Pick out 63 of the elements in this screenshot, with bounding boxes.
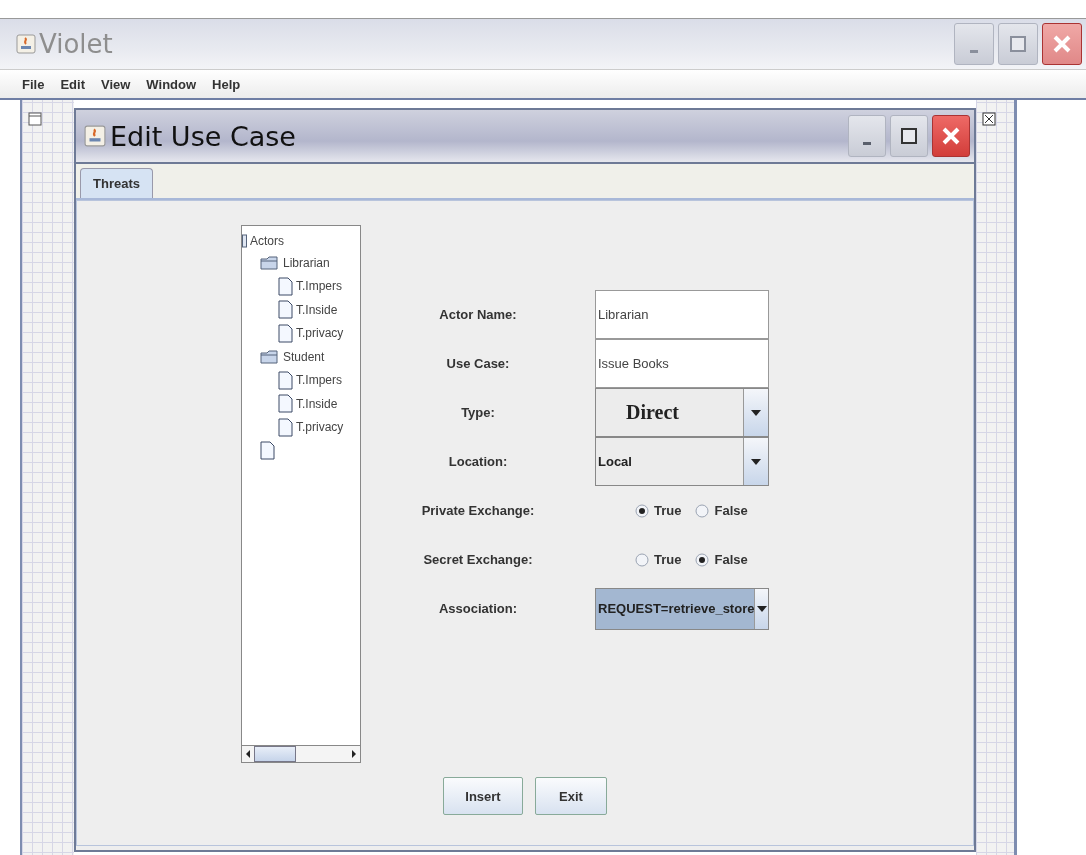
field-label: Use Case: (445, 356, 511, 371)
menu-item[interactable]: Edit (60, 76, 85, 92)
close-icon (1052, 34, 1072, 54)
maximize-icon (1009, 35, 1027, 53)
document-icon (278, 394, 293, 414)
maximize-icon (900, 127, 918, 145)
document-icon (278, 300, 293, 320)
radio-button[interactable] (695, 552, 710, 567)
radio-option[interactable]: True (635, 552, 682, 567)
dropdown[interactable]: Direct (595, 388, 769, 437)
app-icon (84, 125, 106, 147)
radio-button[interactable] (635, 503, 649, 518)
field-label: Location: (447, 454, 509, 469)
tab[interactable]: Threats (80, 168, 153, 198)
tree-item[interactable]: T.Inside (296, 396, 338, 411)
minimize-icon (970, 49, 978, 53)
document-icon (278, 276, 293, 296)
field-label: Secret Exchange: (422, 552, 534, 567)
document-icon (278, 370, 293, 390)
menu-item[interactable]: File (22, 76, 45, 92)
field-label: Type: (460, 405, 496, 420)
tree-item[interactable]: T.privacy (296, 420, 344, 435)
field-label: Private Exchange: (420, 503, 536, 518)
dialog-button[interactable]: Insert (443, 777, 523, 815)
radio-option[interactable]: False (695, 552, 748, 567)
text-field[interactable]: Issue Books (595, 339, 769, 388)
text-field[interactable]: Librarian (595, 290, 769, 339)
field-label: Association: (438, 601, 518, 616)
horizontal-scrollbar[interactable] (242, 745, 360, 762)
tree-item[interactable]: T.Inside (296, 302, 338, 317)
dropdown[interactable]: Local (595, 437, 769, 486)
close-icon (941, 126, 961, 146)
tree-item[interactable]: Actors (250, 234, 284, 248)
menu-item[interactable]: Window (146, 76, 197, 92)
dialog-title: Edit Use Case (110, 120, 296, 152)
document-icon (278, 323, 293, 343)
dropdown[interactable]: REQUEST=retrieve_store (595, 587, 769, 630)
minimize-icon (863, 141, 871, 145)
window-icon[interactable] (28, 112, 42, 126)
radio-option[interactable]: True (635, 503, 682, 518)
field-label: Actor Name: (438, 307, 518, 322)
window-title: Violet (39, 29, 113, 59)
radio-button[interactable] (635, 552, 649, 567)
document-icon (260, 441, 275, 461)
close-button[interactable] (1042, 23, 1082, 65)
menu-item[interactable]: View (100, 76, 131, 92)
radio-button[interactable] (695, 503, 710, 518)
app-icon (16, 34, 36, 54)
tree-item[interactable]: T.privacy (296, 326, 344, 341)
caret-icon (751, 409, 761, 416)
tree-item[interactable]: Student (283, 349, 325, 364)
close-button[interactable] (932, 115, 970, 157)
tree-item[interactable]: T.Impers (296, 373, 342, 388)
caret-icon (751, 458, 761, 465)
maximize-button[interactable] (890, 115, 928, 157)
tree-item[interactable]: Librarian (283, 255, 330, 270)
menu-item[interactable]: Help (212, 76, 241, 92)
caret-icon (756, 605, 767, 612)
radio-option[interactable]: False (695, 503, 748, 518)
dialog-button[interactable]: Exit (535, 777, 607, 815)
tree-item[interactable]: T.Impers (296, 279, 342, 294)
close-icon[interactable] (982, 112, 996, 126)
document-icon (278, 417, 293, 437)
